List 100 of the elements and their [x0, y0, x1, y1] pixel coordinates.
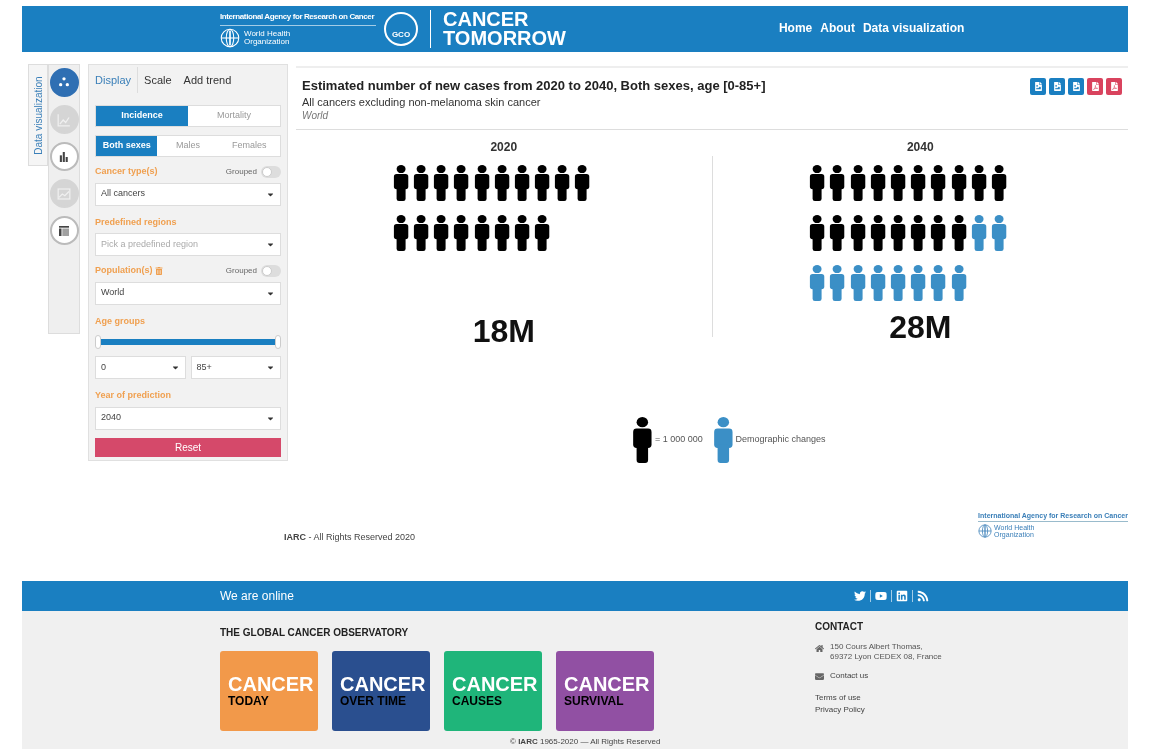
chart-subtitle: All cancers excluding non-melanoma skin cancer: [302, 95, 542, 108]
online-text: We are online: [220, 588, 295, 605]
person-icon: [849, 214, 866, 251]
person-icon: [433, 214, 450, 251]
total-value: 18M: [472, 311, 535, 351]
agency-name: International Agency for Research on Cancer: [220, 10, 376, 26]
year-label: 2040: [906, 138, 934, 156]
field-label: Cancer type(s): [95, 165, 158, 178]
person-icon: [890, 264, 907, 301]
rss-icon[interactable]: [917, 590, 929, 602]
year-label: 2020: [490, 138, 518, 156]
region-label: World: [302, 108, 330, 123]
chart-type-button[interactable]: [49, 68, 79, 97]
person-icon: [473, 164, 490, 201]
person-icon: [930, 264, 947, 301]
person-icon: [950, 214, 967, 251]
panel-tab[interactable]: Add trend: [177, 67, 238, 93]
person-icon: [809, 164, 826, 201]
product-card[interactable]: CANCER TODAY: [220, 651, 318, 731]
person-icon: [554, 164, 571, 201]
emblem-icon: [220, 27, 240, 48]
person-icon: [632, 416, 654, 463]
export-button[interactable]: [1068, 78, 1084, 95]
dropdown-select[interactable]: 2040: [95, 406, 281, 430]
product-title: TOMORROW: [443, 29, 566, 48]
person-icon: [970, 164, 987, 201]
person-icon: [453, 214, 470, 251]
person-icon: [534, 214, 551, 251]
caret-icon: [170, 363, 180, 372]
dropdown-select[interactable]: All cancers: [95, 182, 281, 206]
person-icon: [890, 164, 907, 201]
person-icon: [809, 264, 826, 301]
person-icon: [849, 264, 866, 301]
contact-link[interactable]: Contact us: [830, 670, 869, 682]
product-card[interactable]: CANCER SURVIVAL: [556, 651, 654, 731]
product-card[interactable]: CANCER OVER TIME: [332, 651, 430, 731]
chart-type-button[interactable]: [49, 142, 79, 171]
person-icon: [970, 214, 987, 251]
who-name: World Health Organization: [244, 29, 292, 46]
caret-icon: [266, 240, 275, 249]
person-icon: [574, 164, 591, 201]
export-button[interactable]: [1030, 78, 1046, 95]
person-icon: [412, 214, 430, 251]
person-icon: [910, 214, 927, 251]
dropdown-select[interactable]: World: [95, 281, 281, 305]
person-icon: [712, 416, 734, 463]
field-label: Year of prediction: [95, 389, 173, 402]
section-title: CONTACT: [815, 620, 865, 634]
footer-link[interactable]: Privacy Policy: [815, 704, 942, 716]
range-slider[interactable]: [95, 336, 281, 348]
youtube-icon[interactable]: [875, 590, 887, 602]
side-tab[interactable]: Data visualization: [28, 64, 48, 166]
segment-tab[interactable]: Incidence: [96, 106, 188, 126]
person-icon: [910, 164, 927, 201]
home-icon: [815, 644, 824, 653]
product-card[interactable]: CANCER CAUSES: [444, 651, 542, 731]
person-icon: [453, 164, 470, 201]
nav-link[interactable]: Home: [778, 19, 813, 37]
field-label: Population(s): [95, 264, 153, 277]
reset-button[interactable]: Reset: [95, 437, 281, 457]
product-title: CANCER: [443, 10, 530, 29]
person-icon: [890, 214, 907, 251]
total-value: 28M: [889, 307, 952, 347]
address-text: 69372 Lyon CEDEX 08, France: [830, 652, 942, 662]
person-icon: [493, 164, 510, 201]
export-button[interactable]: [1106, 78, 1122, 95]
person-icon: [930, 214, 947, 251]
footer-link[interactable]: Terms of use: [815, 692, 942, 704]
person-icon: [829, 164, 846, 201]
file-icon: [1090, 82, 1100, 91]
emblem-icon: [978, 524, 993, 538]
nav-link[interactable]: Data visualization: [862, 19, 965, 37]
person-icon: [392, 214, 409, 251]
toggle-switch[interactable]: [261, 264, 281, 277]
person-icon: [513, 164, 531, 201]
person-icon: [950, 164, 967, 201]
export-button[interactable]: [1049, 78, 1065, 95]
person-icon: [950, 264, 967, 301]
toggle-label: Grouped: [225, 165, 257, 178]
export-button[interactable]: [1087, 78, 1103, 95]
person-icon: [392, 164, 409, 201]
dropdown-select[interactable]: 85+: [190, 356, 281, 379]
person-icon: [869, 164, 886, 201]
person-icon: [412, 164, 430, 201]
person-icon: [473, 214, 490, 251]
twitter-icon[interactable]: [854, 590, 866, 602]
person-icon: [930, 164, 947, 201]
copyright-text: © IARC 1965-2020 — All Rights Reserved: [510, 736, 662, 748]
panel-tab[interactable]: Scale: [138, 67, 178, 93]
nav-link[interactable]: About: [820, 19, 855, 37]
linkedin-icon[interactable]: [896, 590, 908, 602]
file-icon: [1071, 82, 1081, 91]
chart-type-button[interactable]: [49, 216, 79, 245]
segment-tab[interactable]: Both sexes: [96, 136, 158, 156]
dropdown-select[interactable]: 0: [95, 356, 186, 379]
person-icon: [990, 214, 1008, 251]
toggle-label: Grouped: [225, 264, 257, 277]
toggle-switch[interactable]: [261, 165, 281, 178]
person-icon: [990, 164, 1008, 201]
field-label: Predefined regions: [95, 215, 178, 229]
